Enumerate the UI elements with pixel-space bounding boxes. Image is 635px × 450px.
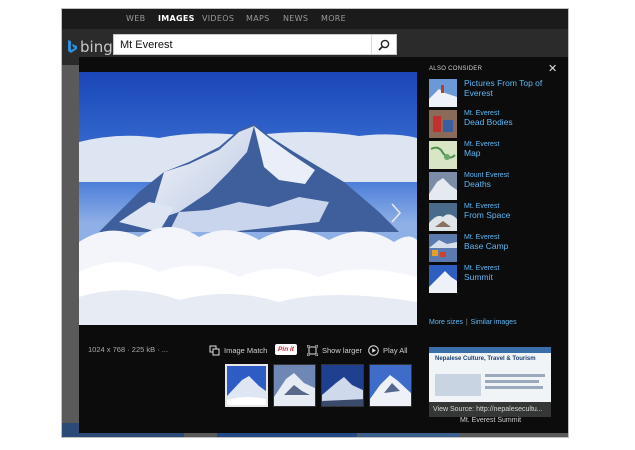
top-nav: WEB IMAGES VIDEOS MAPS NEWS MORE xyxy=(62,9,568,29)
image-match-label: Image Match xyxy=(224,345,268,355)
related-thumbnail xyxy=(429,141,457,169)
related-label: Dead Bodies xyxy=(464,117,513,128)
everest-photo xyxy=(79,72,417,325)
related-label: Summit xyxy=(464,272,493,283)
related-thumbnail xyxy=(429,172,457,200)
close-icon[interactable]: ✕ xyxy=(548,62,557,75)
related-search-item[interactable]: Mt. Everest From Space xyxy=(429,203,564,231)
related-search-item[interactable]: Mt. Everest Dead Bodies xyxy=(429,110,564,138)
related-thumbnail xyxy=(429,234,457,262)
source-preview-banner xyxy=(429,347,551,353)
view-source-label: View Source: xyxy=(433,406,475,413)
related-label: Deaths xyxy=(464,179,491,190)
show-larger-button[interactable]: Show larger xyxy=(307,343,362,357)
source-site-title: Nepalese Culture, Travel & Tourism xyxy=(435,356,536,362)
nav-images[interactable]: IMAGES xyxy=(158,14,195,23)
filmstrip-thumb[interactable] xyxy=(369,364,412,407)
filmstrip xyxy=(225,364,412,408)
related-search-item[interactable]: Mt. Everest Map xyxy=(429,141,564,169)
source-preview-text-line xyxy=(485,374,545,377)
source-preview-text-line xyxy=(485,380,539,383)
more-sizes-link[interactable]: More sizes xyxy=(429,319,463,326)
related-thumbnail xyxy=(429,110,457,138)
related-search-item[interactable]: Mt. Everest Base Camp xyxy=(429,234,564,262)
play-all-button[interactable]: Play All xyxy=(368,343,408,357)
nav-more[interactable]: MORE xyxy=(321,14,346,23)
expand-icon xyxy=(307,344,318,356)
main-image[interactable] xyxy=(79,72,417,325)
image-detail-overlay: 1024 x 768 · 225 kB · ... Image Match Pi… xyxy=(79,57,568,433)
source-preview[interactable]: Nepalese Culture, Travel & Tourism View … xyxy=(429,347,551,417)
image-match-icon xyxy=(209,345,220,355)
size-links: More sizes | Similar images xyxy=(429,319,517,326)
also-consider-heading: ALSO CONSIDER xyxy=(429,66,483,72)
image-match-button[interactable]: Image Match xyxy=(209,343,267,357)
nav-videos[interactable]: VIDEOS xyxy=(202,14,234,23)
related-search-item[interactable]: Pictures From Top of Everest xyxy=(429,78,564,107)
play-icon xyxy=(368,344,379,356)
play-all-label: Play All xyxy=(383,345,408,355)
related-thumbnail xyxy=(429,265,457,293)
link-separator: | xyxy=(465,319,468,326)
source-preview-text-line xyxy=(485,386,543,389)
nav-web[interactable]: WEB xyxy=(126,14,145,23)
source-preview-image xyxy=(435,374,481,396)
nav-maps[interactable]: MAPS xyxy=(246,14,269,23)
related-thumbnail xyxy=(429,203,457,231)
bing-logo[interactable]: bing xyxy=(67,38,113,56)
image-meta-row: 1024 x 768 · 225 kB · ... Image Match Pi… xyxy=(79,342,417,358)
image-info-text: 1024 x 768 · 225 kB · ... xyxy=(88,345,169,354)
nav-news[interactable]: NEWS xyxy=(283,14,308,23)
search-box[interactable] xyxy=(113,34,397,55)
also-consider-panel: ALSO CONSIDER ✕ Pictures From Top of Eve… xyxy=(417,57,568,433)
bing-logo-text: bing xyxy=(80,38,113,56)
related-search-item[interactable]: Mt. Everest Summit xyxy=(429,265,564,293)
search-input[interactable] xyxy=(114,35,364,55)
filmstrip-thumb[interactable] xyxy=(321,364,364,407)
view-source-url[interactable]: http://nepalesecultu... xyxy=(476,406,543,413)
show-larger-label: Show larger xyxy=(322,345,363,355)
similar-images-link[interactable]: Similar images xyxy=(471,319,517,326)
related-label: Base Camp xyxy=(464,241,509,252)
related-search-item[interactable]: Mount Everest Deaths xyxy=(429,172,564,200)
bing-b-icon xyxy=(68,40,77,53)
source-caption: Mt. Everest Summit xyxy=(460,417,522,424)
search-button[interactable] xyxy=(371,35,396,54)
next-image-arrow-icon[interactable] xyxy=(389,202,403,224)
pin-it-button[interactable]: Pin it xyxy=(275,344,297,355)
related-label: From Space xyxy=(464,210,511,221)
filmstrip-thumb[interactable] xyxy=(273,364,316,407)
search-icon xyxy=(378,39,390,51)
view-source-bar[interactable]: View Source: http://nepalesecultu... xyxy=(429,402,551,417)
filmstrip-thumb[interactable] xyxy=(225,364,268,407)
browser-window: WEB IMAGES VIDEOS MAPS NEWS MORE bing Mt… xyxy=(61,8,569,438)
related-label: Map xyxy=(464,148,481,159)
related-label: Everest xyxy=(464,87,493,98)
related-thumbnail xyxy=(429,79,457,107)
